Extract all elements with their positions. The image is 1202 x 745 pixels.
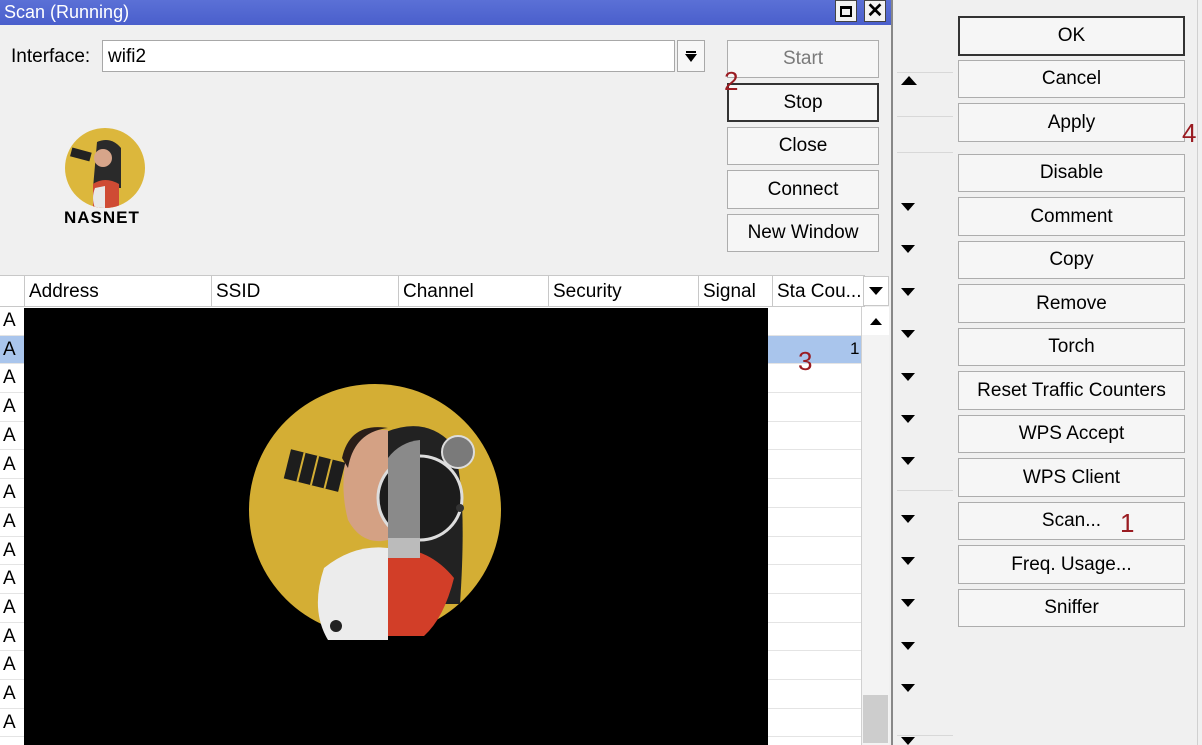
strip-divider <box>897 152 953 153</box>
chevron-down-icon[interactable] <box>901 288 915 296</box>
chevron-down-icon <box>869 287 883 295</box>
wps-client-button[interactable]: WPS Client <box>958 458 1185 497</box>
annotation-step-4: 4 <box>1182 118 1197 148</box>
scrollbar-thumb[interactable] <box>863 695 888 743</box>
chevron-down-icon[interactable] <box>901 203 915 211</box>
chevron-down-icon[interactable] <box>901 330 915 338</box>
nasnet-large-logo <box>249 384 501 640</box>
column-header-sta-count[interactable]: Sta Cou... <box>772 276 863 306</box>
connect-button[interactable]: Connect <box>727 170 879 209</box>
row-flag: A <box>3 424 16 446</box>
maximize-button[interactable] <box>835 0 857 22</box>
scan-button[interactable]: Scan... <box>958 502 1185 540</box>
apply-button[interactable]: Apply <box>958 103 1185 142</box>
row-flag: A <box>3 453 16 475</box>
wps-accept-button[interactable]: WPS Accept <box>958 415 1185 453</box>
comment-button[interactable]: Comment <box>958 197 1185 236</box>
chevron-down-icon[interactable] <box>901 515 915 523</box>
remove-button[interactable]: Remove <box>958 284 1185 323</box>
row-flag: A <box>3 654 16 676</box>
row-flag: A <box>3 367 16 389</box>
annotation-step-2: 2 <box>724 66 739 96</box>
chevron-down-icon[interactable] <box>901 415 915 423</box>
row-flag: A <box>3 482 16 504</box>
start-button[interactable]: Start <box>727 40 879 78</box>
row-sta-count: 1 <box>850 338 860 358</box>
column-header-signal[interactable]: Signal <box>698 276 772 306</box>
close-icon: ✕ <box>866 0 884 22</box>
strip-divider <box>897 735 953 736</box>
strip-divider <box>897 72 953 73</box>
logo-text: NASNET <box>64 208 140 227</box>
annotation-step-3: 3 <box>798 346 813 376</box>
row-flag: A <box>3 396 16 418</box>
column-header-security[interactable]: Security <box>548 276 698 306</box>
freq-usage-button[interactable]: Freq. Usage... <box>958 545 1185 584</box>
sort-up-icon <box>901 76 917 85</box>
row-flag: A <box>3 539 16 561</box>
cancel-button[interactable]: Cancel <box>958 60 1185 98</box>
scroll-up-button[interactable] <box>862 307 889 335</box>
stop-button[interactable]: Stop <box>727 83 879 122</box>
column-chooser-button[interactable] <box>863 276 889 306</box>
dropdown-arrow-icon <box>685 50 697 62</box>
column-header-address[interactable]: Address <box>24 276 211 306</box>
window-title: Scan (Running) <box>4 2 130 22</box>
strip-divider <box>897 116 953 117</box>
row-flag: A <box>3 568 16 590</box>
redacted-area <box>24 308 768 745</box>
column-header-channel[interactable]: Channel <box>398 276 548 306</box>
chevron-down-icon[interactable] <box>901 684 915 692</box>
new-window-button[interactable]: New Window <box>727 214 879 252</box>
chevron-down-icon[interactable] <box>901 373 915 381</box>
interface-label: Interface: <box>11 46 91 67</box>
scan-table-header: Address SSID Channel Security Signal Sta… <box>0 275 865 307</box>
close-window-button[interactable]: ✕ <box>864 0 886 22</box>
chevron-down-icon[interactable] <box>901 642 915 650</box>
parent-list-strip <box>897 0 953 745</box>
chevron-down-icon[interactable] <box>901 457 915 465</box>
copy-button[interactable]: Copy <box>958 241 1185 279</box>
reset-traffic-counters-button[interactable]: Reset Traffic Counters <box>958 371 1185 410</box>
row-flag: A <box>3 711 16 733</box>
arrow-up-icon <box>869 317 882 325</box>
ok-button[interactable]: OK <box>958 16 1185 56</box>
nasnet-logo <box>65 128 145 208</box>
results-scrollbar[interactable] <box>861 307 889 745</box>
row-flag: A <box>3 310 16 331</box>
interface-select[interactable]: wifi2 <box>102 40 675 72</box>
column-header-ssid[interactable]: SSID <box>211 276 398 306</box>
row-flag: A <box>3 510 16 532</box>
disable-button[interactable]: Disable <box>958 154 1185 192</box>
close-button[interactable]: Close <box>727 127 879 165</box>
chevron-down-icon[interactable] <box>901 599 915 607</box>
window-title-bar[interactable]: Scan (Running) ✕ <box>0 0 891 25</box>
interface-dropdown-button[interactable] <box>677 40 705 72</box>
row-flag: A <box>3 625 16 647</box>
chevron-down-icon[interactable] <box>901 557 915 565</box>
strip-divider <box>897 490 953 491</box>
annotation-step-1: 1 <box>1120 508 1135 538</box>
sniffer-button[interactable]: Sniffer <box>958 589 1185 627</box>
row-flag: A <box>3 338 16 360</box>
window-edge <box>1197 0 1198 745</box>
maximize-icon <box>840 5 852 17</box>
chevron-down-icon[interactable] <box>901 737 915 745</box>
scan-window: Scan (Running) ✕ Interface: wifi2 Start … <box>0 0 893 745</box>
chevron-down-icon[interactable] <box>901 245 915 253</box>
row-flag: A <box>3 597 16 618</box>
torch-button[interactable]: Torch <box>958 328 1185 366</box>
row-flag: A <box>3 683 16 705</box>
